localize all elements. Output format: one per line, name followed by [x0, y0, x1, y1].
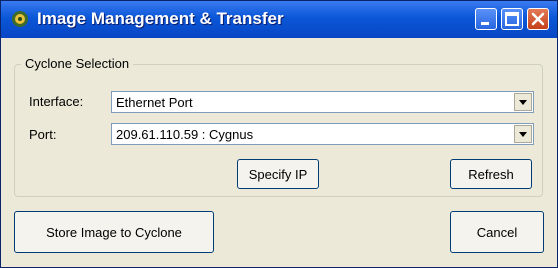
title-bar[interactable]: Image Management & Transfer: [1, 1, 557, 38]
chevron-down-icon: [519, 132, 527, 137]
close-icon: [531, 12, 545, 26]
app-icon: [12, 11, 28, 27]
close-button[interactable]: [527, 8, 549, 30]
store-image-button[interactable]: Store Image to Cyclone: [14, 211, 214, 253]
interface-dropdown-button[interactable]: [514, 93, 532, 111]
maximize-button[interactable]: [501, 8, 523, 30]
port-label: Port:: [29, 127, 57, 142]
cyclone-selection-label: Cyclone Selection: [21, 56, 134, 71]
minimize-icon: [481, 22, 489, 25]
cancel-button[interactable]: Cancel: [450, 211, 544, 253]
port-dropdown-button[interactable]: [514, 125, 532, 143]
maximize-icon: [505, 12, 519, 26]
specify-ip-button[interactable]: Specify IP: [237, 159, 319, 189]
interface-select[interactable]: Ethernet Port: [111, 91, 534, 113]
window-title: Image Management & Transfer: [37, 9, 284, 28]
interface-label: Interface:: [29, 94, 84, 109]
port-select[interactable]: 209.61.110.59 : Cygnus: [111, 123, 534, 145]
interface-value: Ethernet Port: [116, 95, 193, 110]
port-value: 209.61.110.59 : Cygnus: [116, 127, 254, 142]
dialog-window: Image Management & Transfer Cyclone Sele…: [0, 0, 558, 268]
refresh-button[interactable]: Refresh: [450, 159, 532, 189]
minimize-button[interactable]: [475, 8, 497, 30]
chevron-down-icon: [519, 100, 527, 105]
